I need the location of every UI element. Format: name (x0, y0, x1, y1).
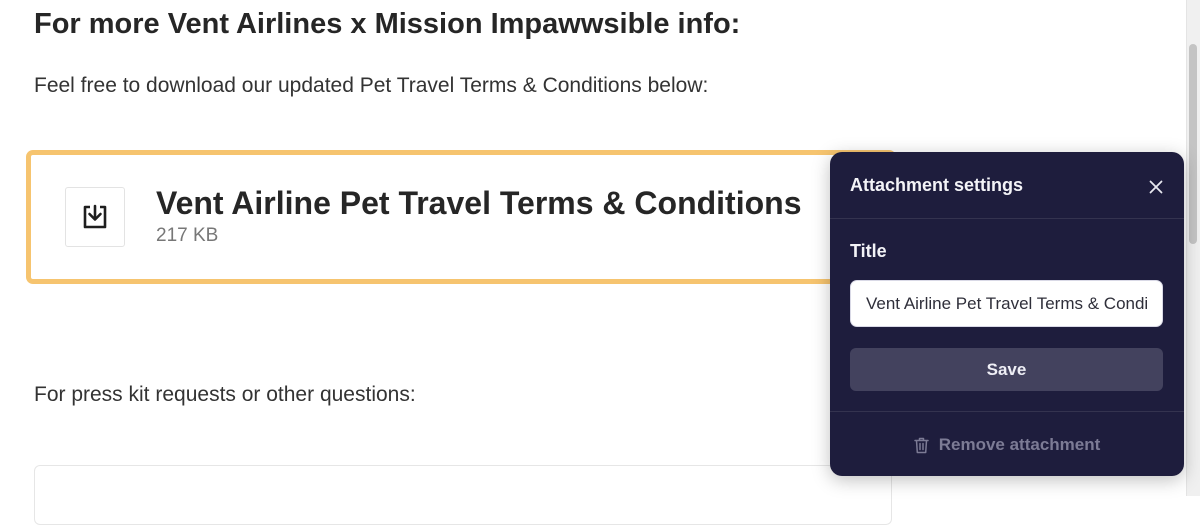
close-button[interactable] (1144, 175, 1168, 199)
page-scrollbar-thumb[interactable] (1189, 44, 1197, 244)
attachment-size: 217 KB (156, 225, 219, 246)
title-field-label: Title (850, 241, 887, 261)
download-icon (83, 204, 107, 229)
attachment-title[interactable]: Vent Airline Pet Travel Terms & Conditio… (156, 185, 801, 222)
contact-card (34, 465, 892, 525)
title-input[interactable] (850, 280, 1163, 327)
save-button[interactable]: Save (850, 348, 1163, 391)
download-button[interactable] (65, 187, 125, 247)
panel-divider (830, 218, 1184, 219)
trash-icon (913, 437, 929, 453)
attachment-settings-panel: Attachment settings Title Save Remove at… (830, 152, 1184, 476)
remove-attachment-label: Remove attachment (938, 435, 1101, 454)
remove-attachment-button[interactable]: Remove attachment (830, 428, 1184, 462)
attachment-card[interactable]: Vent Airline Pet Travel Terms & Conditio… (26, 150, 896, 284)
close-icon (1149, 180, 1163, 194)
panel-title: Attachment settings (850, 175, 1024, 195)
page-heading: For more Vent Airlines x Mission Impawws… (34, 8, 741, 40)
download-intro-text: Feel free to download our updated Pet Tr… (34, 74, 709, 97)
panel-divider (830, 411, 1184, 412)
press-intro-text: For press kit requests or other question… (34, 383, 416, 406)
